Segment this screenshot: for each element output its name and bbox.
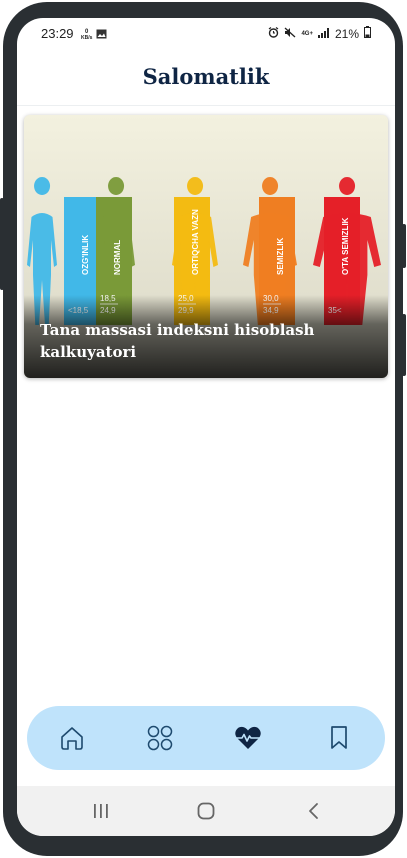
signal-icon (317, 27, 330, 41)
status-left-icons: 0 KB/s (81, 26, 107, 44)
image-icon (96, 26, 107, 44)
bmi-category-label: ORTIQCHA VAZN (191, 209, 200, 275)
recent-apps-button[interactable] (89, 800, 113, 822)
bmi-category-label: O'TA SEMIZLIK (341, 217, 350, 275)
home-system-button[interactable] (194, 800, 218, 822)
nav-home[interactable] (56, 722, 88, 754)
home-icon (61, 727, 83, 750)
system-nav-bar (17, 786, 395, 836)
grid-icon (147, 725, 173, 751)
status-right-icons: 4G+ 21% (268, 26, 371, 41)
heart-pulse-icon (235, 726, 261, 749)
battery-icon (364, 26, 371, 41)
page-title: Salomatlik (142, 64, 270, 89)
screen: 23:29 0 KB/s 4G+ 21% Salomatlik OZG'INLI… (17, 18, 395, 836)
network-type: 4G+ (301, 30, 313, 37)
net-speed-unit: KB/s (81, 35, 93, 41)
nav-bookmarks[interactable] (323, 722, 355, 754)
home-circle-icon (197, 802, 215, 820)
back-button[interactable] (302, 800, 326, 822)
bmi-category-label: SEMIZLIK (276, 237, 285, 275)
phone-frame: 23:29 0 KB/s 4G+ 21% Salomatlik OZG'INLI… (0, 2, 406, 856)
app-header: Salomatlik (17, 48, 395, 106)
nav-categories[interactable] (144, 722, 176, 754)
status-bar: 23:29 0 KB/s 4G+ 21% (17, 18, 395, 48)
back-icon (309, 803, 318, 819)
recent-apps-icon (94, 804, 108, 818)
bmi-calculator-card[interactable]: OZG'INLIK<18,5NORMAL18,524,9ORTIQCHA VAZ… (24, 115, 388, 378)
status-time: 23:29 (41, 26, 74, 41)
alarm-icon (268, 26, 279, 41)
bmi-category-label: OZG'INLIK (81, 235, 90, 275)
card-title: Tana massasi indeksni hisoblash kalkuyat… (40, 321, 315, 361)
mute-icon (284, 27, 296, 41)
volume-button (0, 198, 4, 290)
side-button-upper (402, 224, 406, 268)
power-button (402, 314, 406, 376)
bmi-category-label: NORMAL (113, 240, 122, 275)
bookmark-icon (331, 726, 347, 749)
bottom-nav (27, 706, 385, 770)
nav-health[interactable] (232, 722, 264, 754)
net-speed: 0 KB/s (81, 29, 92, 41)
battery-percent: 21% (334, 26, 359, 41)
